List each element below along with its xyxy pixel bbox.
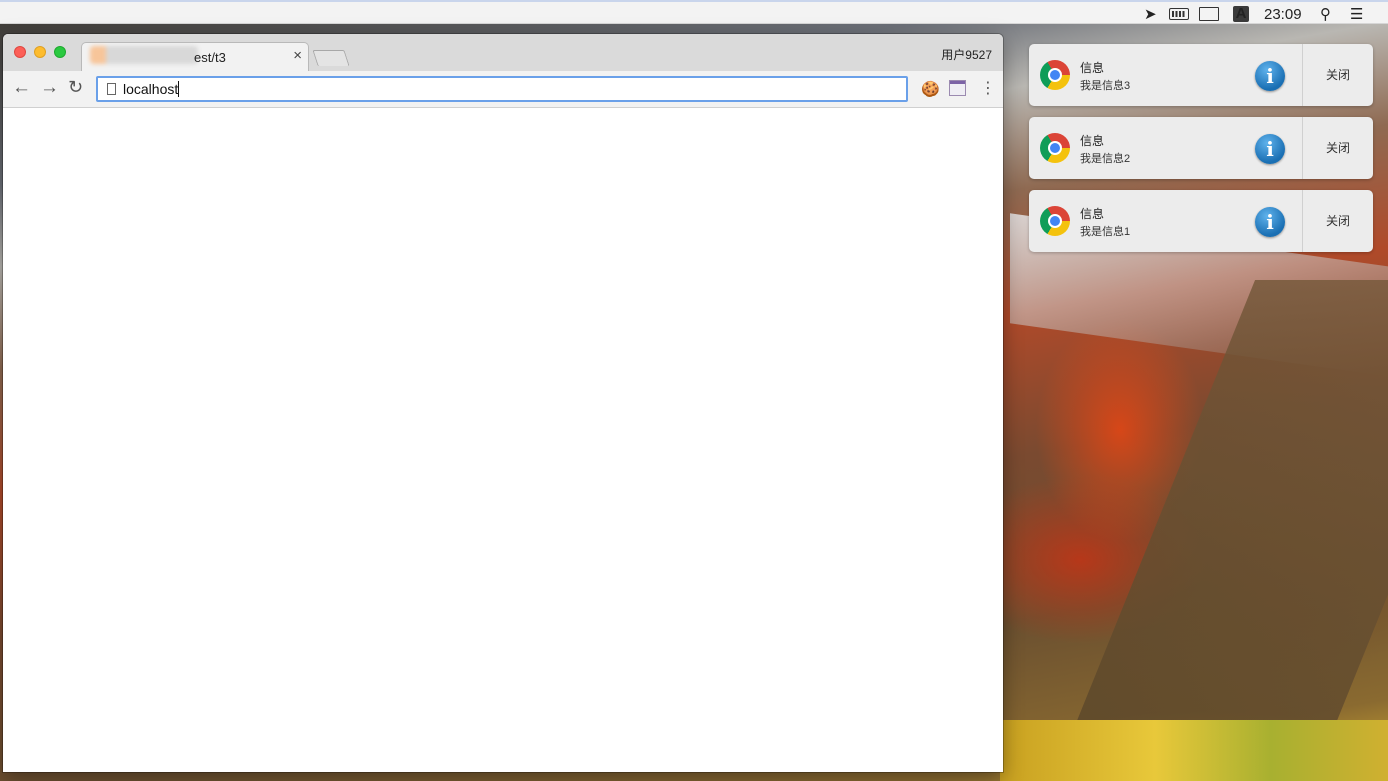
cookie-extension-icon[interactable]: 🍪: [921, 80, 940, 98]
search-icon[interactable]: ⚲: [1320, 5, 1331, 23]
minimize-window-button[interactable]: [34, 46, 46, 58]
notification-body: 我是信息3: [1080, 80, 1131, 92]
browser-menu-icon[interactable]: ⋮: [980, 78, 996, 98]
tab-active[interactable]: est/t3 ×: [81, 42, 309, 72]
info-icon: i: [1255, 134, 1285, 164]
address-bar[interactable]: localhost: [96, 76, 908, 102]
reload-icon[interactable]: ↻: [68, 77, 83, 98]
battery-icon[interactable]: [1169, 8, 1189, 20]
notification-close-button[interactable]: 关闭: [1303, 190, 1373, 252]
notification-body: 我是信息1: [1080, 226, 1131, 238]
calendar-extension-icon[interactable]: [949, 80, 966, 96]
chrome-icon: [1040, 133, 1070, 163]
browser-toolbar: ← → ↻ localhost 🍪 ⋮: [3, 71, 1003, 108]
input-source-icon[interactable]: A: [1233, 6, 1249, 22]
notification-title: 信息: [1080, 207, 1105, 221]
url-text: localhost: [123, 81, 179, 97]
text-caret: [178, 81, 180, 97]
info-icon: i: [1255, 61, 1285, 91]
page-icon: [107, 83, 116, 95]
notification-close-button[interactable]: 关闭: [1303, 117, 1373, 179]
back-arrow-icon[interactable]: ←: [12, 77, 31, 99]
address-input[interactable]: localhost: [123, 81, 180, 97]
notification-title: 信息: [1080, 61, 1105, 75]
menu-clock[interactable]: 23:09: [1264, 6, 1302, 23]
list-icon[interactable]: ☰: [1350, 5, 1363, 23]
zoom-window-button[interactable]: [54, 46, 66, 58]
new-tab-button[interactable]: [312, 50, 350, 66]
forward-arrow-icon[interactable]: →: [40, 77, 59, 99]
info-icon: i: [1255, 207, 1285, 237]
page-viewport[interactable]: [3, 108, 1003, 772]
browser-window: est/t3 × 用户9527 ← → ↻ localhost 🍪 ⋮: [3, 34, 1003, 772]
notification-card[interactable]: 信息 我是信息3 i 关闭: [1029, 44, 1373, 106]
notification-card[interactable]: 信息 我是信息1 i 关闭: [1029, 190, 1373, 252]
menu-bar: ➤ A 23:09 ⚲ ☰: [0, 0, 1388, 24]
tab-strip: est/t3 × 用户9527: [3, 34, 1003, 72]
close-window-button[interactable]: [14, 46, 26, 58]
notification-body: 我是信息2: [1080, 153, 1131, 165]
notification-close-button[interactable]: 关闭: [1303, 44, 1373, 106]
tab-favicon-blurred: [90, 46, 198, 64]
profile-name[interactable]: 用户9527: [941, 46, 992, 63]
chrome-icon: [1040, 206, 1070, 236]
notification-card[interactable]: 信息 我是信息2 i 关闭: [1029, 117, 1373, 179]
tab-title: est/t3: [194, 50, 226, 65]
display-mirror-icon[interactable]: [1199, 7, 1219, 21]
chrome-icon: [1040, 60, 1070, 90]
wallpaper-ridge: [1044, 280, 1388, 781]
tab-close-icon[interactable]: ×: [293, 47, 302, 64]
notification-title: 信息: [1080, 134, 1105, 148]
send-icon[interactable]: ➤: [1144, 5, 1157, 23]
wallpaper-foliage: [1000, 720, 1388, 781]
